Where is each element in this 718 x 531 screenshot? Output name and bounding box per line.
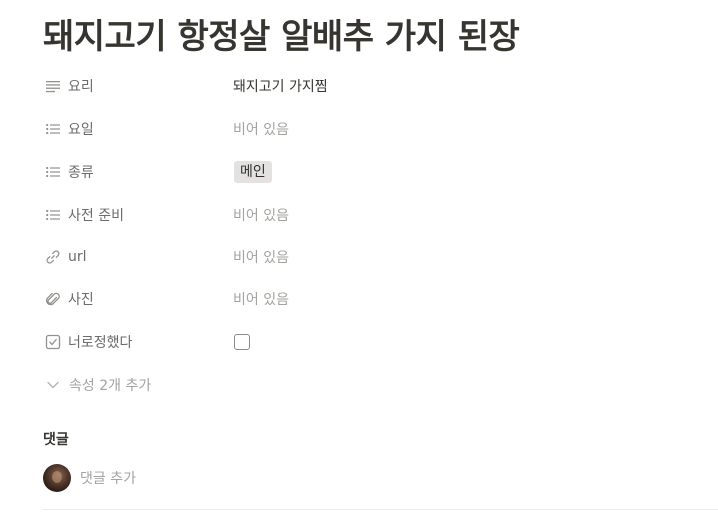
chevron-down-icon [44,376,62,394]
add-comment-row: 댓글 추가 [43,463,683,493]
property-label: url [68,249,87,265]
property-name-prep[interactable]: 사전 준비 [43,197,228,233]
multi-select-list-icon [44,206,62,224]
link-icon [44,248,62,266]
property-name-decided[interactable]: 너로정했다 [43,324,228,360]
property-name-dish[interactable]: 요리 [43,68,228,104]
property-name-photo[interactable]: 사진 [43,281,228,317]
property-row-photo: 사진 비어 있음 [43,281,718,317]
property-row-prep: 사전 준비 비어 있음 [43,197,718,233]
property-value-photo[interactable]: 비어 있음 [233,281,289,317]
property-row-url: url 비어 있음 [43,239,718,275]
comments-divider [43,509,718,510]
more-properties-toggle[interactable]: 속성 2개 추가 [43,370,151,400]
property-label: 너로정했다 [68,335,133,351]
select-tag[interactable]: 메인 [234,161,272,183]
user-avatar [43,464,71,492]
property-label: 사전 준비 [68,208,124,224]
property-row-decided: 너로정했다 [43,324,718,360]
property-value-prep[interactable]: 비어 있음 [233,197,289,233]
decided-checkbox[interactable] [234,334,250,350]
property-label: 종류 [68,165,94,181]
text-lines-icon [44,77,62,95]
page-title[interactable]: 돼지고기 항정살 알배추 가지 된장 [43,14,520,60]
property-row-dish: 요리 돼지고기 가지찜 [43,68,718,104]
property-label: 요일 [68,122,94,138]
property-name-type[interactable]: 종류 [43,154,228,190]
property-row-weekday: 요일 비어 있음 [43,111,718,147]
property-name-url[interactable]: url [43,239,228,275]
property-value-type[interactable]: 메인 [233,154,272,190]
property-label: 사진 [68,292,94,308]
property-value-url[interactable]: 비어 있음 [233,239,289,275]
property-value-dish[interactable]: 돼지고기 가지찜 [233,68,328,104]
property-row-type: 종류 메인 [43,154,718,190]
checkbox-icon [44,333,62,351]
comment-input[interactable]: 댓글 추가 [80,463,683,493]
multi-select-list-icon [44,163,62,181]
multi-select-list-icon [44,120,62,138]
property-name-weekday[interactable]: 요일 [43,111,228,147]
paperclip-icon [44,290,62,308]
property-label: 요리 [68,79,94,95]
property-value-weekday[interactable]: 비어 있음 [233,111,289,147]
property-value-decided [233,324,250,360]
comments-heading: 댓글 [43,432,69,448]
more-properties-label: 속성 2개 추가 [69,378,152,394]
